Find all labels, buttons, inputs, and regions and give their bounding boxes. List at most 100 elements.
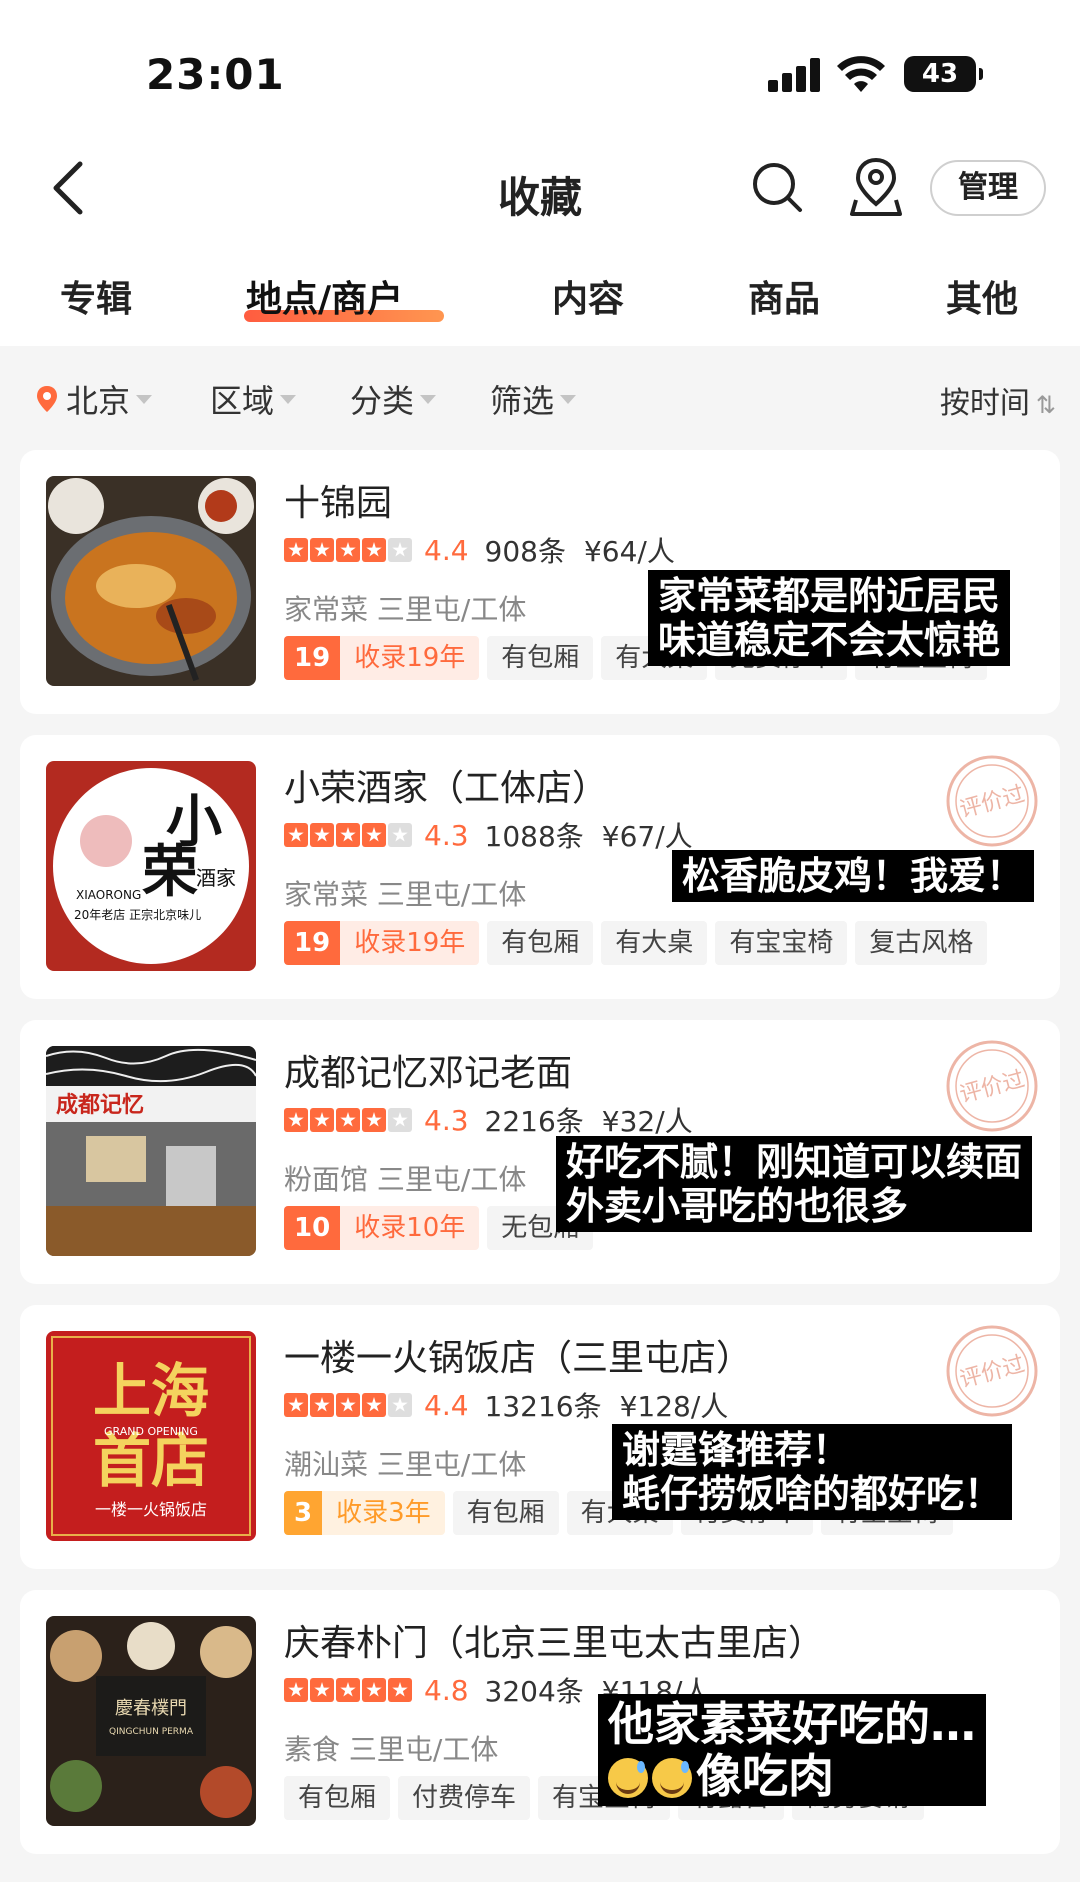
star-icon bbox=[284, 823, 308, 847]
star-icon bbox=[336, 538, 360, 562]
poster-bottom: 一楼一火锅饭店 bbox=[95, 1500, 207, 1519]
place-photo: 慶春樸門 QINGCHUN PERMA bbox=[46, 1616, 256, 1826]
place-name: 一楼一火锅饭店（三里屯店） bbox=[284, 1338, 753, 1379]
star-icon bbox=[310, 823, 334, 847]
avg-price: ¥64/人 bbox=[583, 535, 675, 568]
star-icon bbox=[388, 823, 412, 847]
star-icon bbox=[310, 1393, 334, 1417]
review-count: 3204条 bbox=[484, 1675, 584, 1708]
area-filter[interactable]: 区域 bbox=[210, 376, 297, 422]
caption-line: 像吃肉 bbox=[696, 1749, 834, 1803]
caption-line: 家常菜都是附近居民 bbox=[658, 574, 1001, 618]
star-icon bbox=[284, 1108, 308, 1132]
city-filter-label: 北京 bbox=[66, 382, 131, 420]
caption-line: 蚝仔捞饭啥的都好吃！ bbox=[622, 1472, 1003, 1516]
reviewed-stamp-icon: 评价过 bbox=[946, 1325, 1038, 1417]
star-rating bbox=[284, 1678, 412, 1702]
caption-line: 味道稳定不会太惊艳 bbox=[658, 618, 1001, 662]
tag-row: 19 收录19年 有包厢 有大桌 有宝宝椅 复古风格 bbox=[284, 921, 988, 965]
chevron-down-icon bbox=[136, 394, 153, 404]
overlay-caption: 好吃不腻！刚知道可以续面 外卖小哥吃的也很多 bbox=[556, 1136, 1033, 1232]
avg-price: ¥67/人 bbox=[601, 820, 693, 853]
reviewed-stamp-icon: 评价过 bbox=[946, 1040, 1038, 1132]
tab-content[interactable]: 内容 bbox=[552, 270, 624, 322]
search-icon[interactable] bbox=[750, 160, 804, 214]
badge-label: 收录3年 bbox=[322, 1491, 445, 1535]
poster-en: GRAND OPENING bbox=[104, 1425, 198, 1438]
place-name: 小荣酒家（工体店） bbox=[284, 768, 609, 809]
tab-products[interactable]: 商品 bbox=[748, 270, 820, 322]
status-bar: 23:01 43 bbox=[0, 0, 1080, 130]
category-filter[interactable]: 分类 bbox=[350, 376, 437, 422]
star-icon bbox=[362, 1108, 386, 1132]
place-logo: 小 荣 酒家 XIAORONG 20年老店 正宗北京味儿 bbox=[46, 761, 256, 971]
feature-tag: 有包厢 bbox=[487, 921, 594, 965]
review-count: 2216条 bbox=[484, 1105, 584, 1138]
map-pin-icon[interactable] bbox=[848, 156, 904, 218]
dish-en: QINGCHUN PERMA bbox=[109, 1727, 194, 1737]
star-icon bbox=[388, 1108, 412, 1132]
star-rating bbox=[284, 538, 412, 562]
battery-icon: 43 bbox=[904, 56, 983, 92]
star-icon bbox=[284, 1393, 308, 1417]
sort-icon: ⇅ bbox=[1035, 391, 1056, 419]
rating-row: 4.4 908条 ¥64/人 bbox=[284, 532, 675, 568]
poster-line: 上海 bbox=[93, 1357, 209, 1425]
place-photo bbox=[46, 476, 256, 686]
rating-score: 4.8 bbox=[424, 1673, 469, 1707]
star-icon bbox=[362, 1678, 386, 1702]
overlay-caption: 谢霆锋推荐！ 蚝仔捞饭啥的都好吃！ bbox=[612, 1424, 1013, 1520]
star-icon bbox=[336, 823, 360, 847]
place-category: 粉面馆 三里屯/工体 bbox=[284, 1163, 527, 1196]
dish-title: 慶春樸門 bbox=[115, 1698, 187, 1719]
feature-tag: 复古风格 bbox=[855, 921, 988, 965]
city-filter[interactable]: 北京 bbox=[36, 376, 153, 422]
tab-places[interactable]: 地点/商户 bbox=[246, 270, 403, 322]
manage-button[interactable]: 管理 bbox=[930, 160, 1046, 216]
review-count: 1088条 bbox=[484, 820, 584, 853]
logo-slogan: 20年老店 正宗北京味儿 bbox=[74, 907, 201, 922]
chevron-down-icon bbox=[420, 394, 437, 404]
tab-albums[interactable]: 专辑 bbox=[60, 270, 132, 322]
rating-row: 4.4 13216条 ¥128/人 bbox=[284, 1387, 728, 1423]
svg-text:评价过: 评价过 bbox=[957, 1352, 1027, 1393]
feature-tag: 有包厢 bbox=[284, 1776, 391, 1820]
caption-line: 松香脆皮鸡！我爱！ bbox=[682, 854, 1025, 898]
more-filter-label: 筛选 bbox=[490, 382, 555, 420]
rating-row: 4.3 2216条 ¥32/人 bbox=[284, 1102, 693, 1138]
shop-sign: 成都记忆 bbox=[56, 1092, 144, 1118]
star-icon bbox=[310, 1108, 334, 1132]
avg-price: ¥32/人 bbox=[601, 1105, 693, 1138]
category-filter-label: 分类 bbox=[350, 382, 415, 420]
signal-icon bbox=[768, 58, 822, 92]
place-category: 潮汕菜 三里屯/工体 bbox=[284, 1448, 527, 1481]
badge-number: 3 bbox=[284, 1491, 323, 1535]
status-time: 23:01 bbox=[146, 50, 285, 99]
feature-tag: 有包厢 bbox=[487, 636, 594, 680]
star-icon bbox=[310, 538, 334, 562]
reviewed-stamp-icon: 评价过 bbox=[946, 755, 1038, 847]
chevron-down-icon bbox=[560, 394, 577, 404]
sweat-smile-emoji-icon bbox=[652, 1758, 692, 1798]
rating-score: 4.3 bbox=[424, 818, 469, 852]
sort-toggle[interactable]: 按时间 ⇅ bbox=[940, 378, 1056, 422]
feature-tag: 有大桌 bbox=[601, 921, 708, 965]
logo-char: 荣 bbox=[142, 839, 198, 905]
caption-line: 谢霆锋推荐！ bbox=[622, 1428, 851, 1472]
tab-others[interactable]: 其他 bbox=[946, 270, 1018, 322]
caption-line: 外卖小哥吃的也很多 bbox=[566, 1184, 909, 1228]
svg-text:评价过: 评价过 bbox=[957, 782, 1027, 823]
svg-text:评价过: 评价过 bbox=[957, 1067, 1027, 1108]
badge-number: 10 bbox=[284, 1206, 341, 1250]
overlay-caption: 家常菜都是附近居民 味道稳定不会太惊艳 bbox=[648, 570, 1011, 666]
logo-sub: 酒家 bbox=[196, 866, 236, 890]
nav-header: 收藏 管理 bbox=[0, 130, 1080, 250]
listed-years-badge: 10 收录10年 bbox=[284, 1206, 480, 1250]
badge-label: 收录10年 bbox=[340, 1206, 480, 1250]
area-filter-label: 区域 bbox=[210, 382, 275, 420]
more-filter[interactable]: 筛选 bbox=[490, 376, 577, 422]
badge-label: 收录19年 bbox=[340, 636, 480, 680]
place-category: 家常菜 三里屯/工体 bbox=[284, 878, 527, 911]
tag-row: 10 收录10年 无包厢 bbox=[284, 1206, 594, 1250]
star-rating bbox=[284, 1108, 412, 1132]
